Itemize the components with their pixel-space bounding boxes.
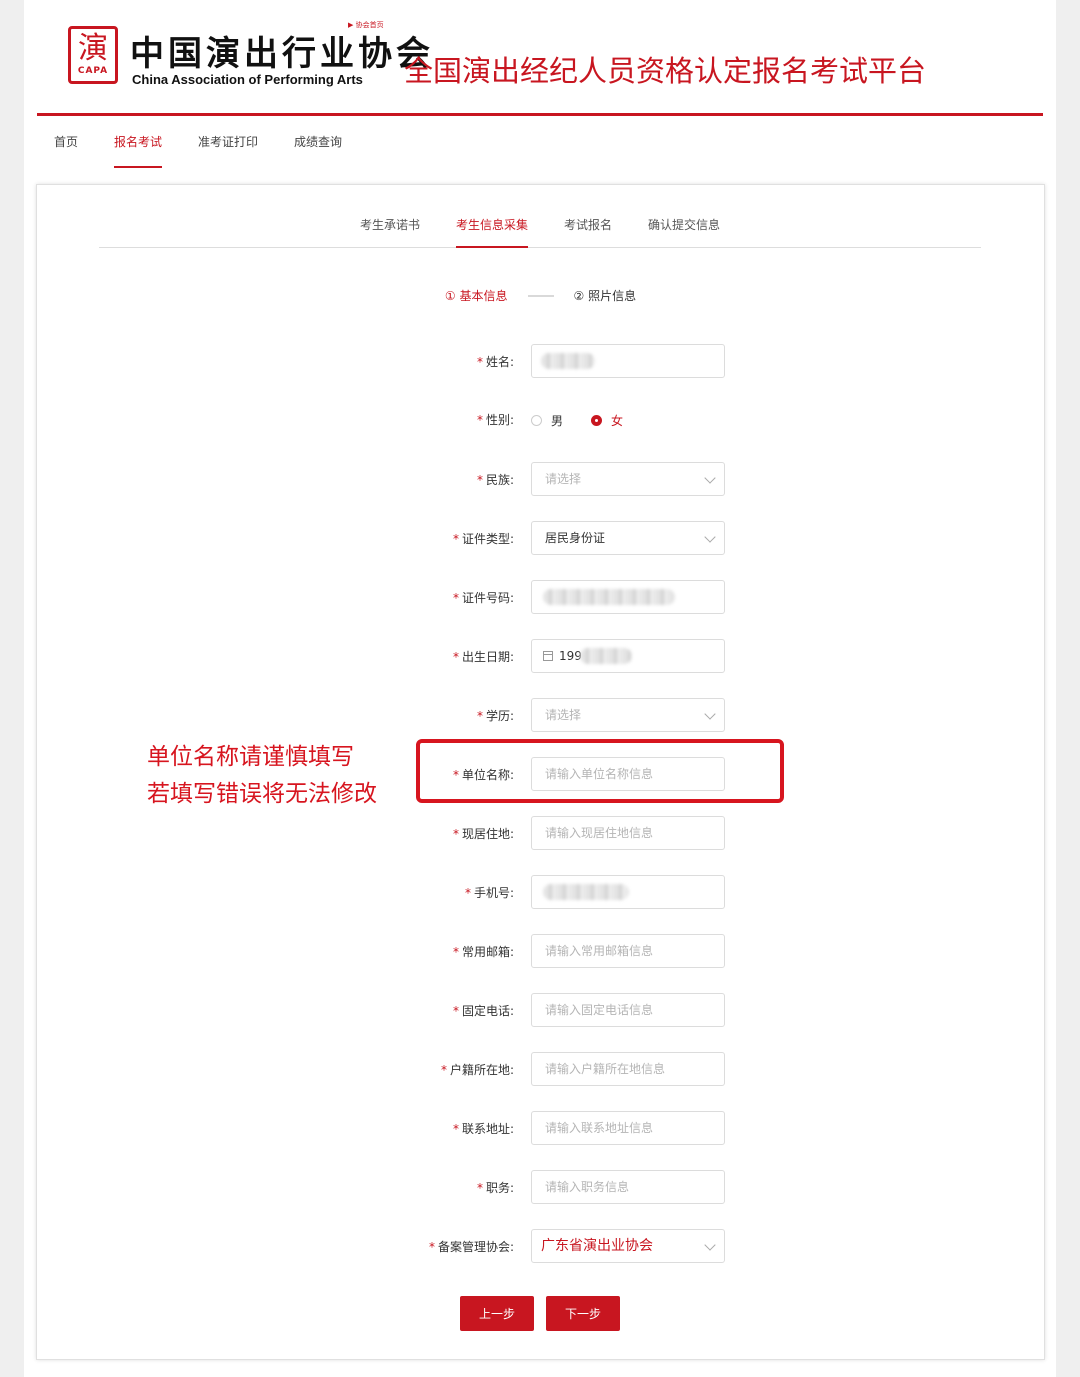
form-row-education: * 学历: 请选择 [37,698,1044,734]
email-input[interactable]: 请输入常用邮箱信息 [531,934,725,968]
birth-date-picker[interactable]: 199 [531,639,725,673]
form-row-registry-association: * 备案管理协会: 广东省演出业协会 [37,1229,1044,1265]
chevron-down-icon [704,1239,716,1251]
seal-glyph: 演 [78,31,108,66]
household-input[interactable]: 请输入户籍所在地信息 [531,1052,725,1086]
date-value: 199 [559,649,582,663]
top-nav: 首页 报名考试 准考证打印 成绩查询 [54,132,378,172]
gender-radio-male[interactable] [531,414,542,426]
sub-steps: ① 基本信息 ② 照片信息 [37,287,1044,304]
field-label: * 证件类型: [452,532,514,546]
substep-photo-info: ② 照片信息 [573,289,637,303]
mobile-input[interactable] [531,875,725,909]
gender-radio-female[interactable] [591,414,603,426]
field-label: * 固定电话: [452,1004,514,1018]
form-row-ethnicity: * 民族: 请选择 [37,462,1044,498]
calendar-icon [543,651,553,661]
step-tab-exam-registration[interactable]: 考试报名 [564,211,612,247]
input-placeholder: 请输入户籍所在地信息 [545,1062,666,1076]
redacted-value [543,884,629,900]
step-tab-info-collection[interactable]: 考生信息采集 [455,211,529,248]
field-label: * 出生日期: [452,650,514,664]
gender-label-female: 女 [611,413,624,428]
field-label: * 现居住地: [452,827,514,841]
field-label: * 备案管理协会: [428,1240,514,1254]
seal-abbr: CAPA [77,66,109,76]
ethnicity-select[interactable]: 请选择 [531,462,725,496]
input-placeholder: 请输入职务信息 [545,1180,630,1194]
input-placeholder: 请输入联系地址信息 [545,1121,654,1135]
form-row-current-address: * 现居住地: 请输入现居住地信息 [37,816,1044,852]
form-row-contact-address: * 联系地址: 请输入联系地址信息 [37,1111,1044,1147]
association-name-en: China Association of Performing Arts [132,72,363,87]
form-row-gender: * 性别: 男 女 [37,402,1044,438]
gender-radio-group: 男 女 [531,402,651,438]
field-label: * 姓名: [476,355,514,369]
field-label: * 性别: [476,413,514,427]
select-value: 居民身份证 [545,531,606,545]
next-step-button[interactable]: 下一步 [546,1296,620,1331]
field-label: * 职务: [476,1181,514,1195]
landline-input[interactable]: 请输入固定电话信息 [531,993,725,1027]
form-row-email: * 常用邮箱: 请输入常用邮箱信息 [37,934,1044,970]
position-input[interactable]: 请输入职务信息 [531,1170,725,1204]
page: 演 CAPA 中国演出行业协会 China Association of Per… [24,0,1056,1377]
chevron-down-icon [704,531,716,543]
nav-score-query[interactable]: 成绩查询 [294,132,342,168]
annotation-line-1: 单位名称请谨慎填写 [147,744,354,770]
step-tabs: 考生承诺书 考生信息采集 考试报名 确认提交信息 [99,211,981,248]
registry-association-select[interactable]: 广东省演出业协会 [531,1229,725,1263]
input-placeholder: 请输入现居住地信息 [545,826,654,840]
id-type-select[interactable]: 居民身份证 [531,521,725,555]
name-input[interactable] [531,344,725,378]
contact-address-input[interactable]: 请输入联系地址信息 [531,1111,725,1145]
form-row-position: * 职务: 请输入职务信息 [37,1170,1044,1206]
redacted-value [580,648,632,664]
chevron-down-icon [704,472,716,484]
platform-title: 全国演出经纪人员资格认定报名考试平台 [404,54,927,88]
association-name-cn: 中国演出行业协会 [130,34,434,74]
form-row-id-number: * 证件号码: [37,580,1044,616]
select-placeholder: 请选择 [545,708,582,722]
input-placeholder: 请输入固定电话信息 [545,1003,654,1017]
field-label: * 手机号: [464,886,514,900]
form-row-landline: * 固定电话: 请输入固定电话信息 [37,993,1044,1029]
field-label: * 证件号码: [452,591,514,605]
select-placeholder: 请选择 [545,472,582,486]
header-divider [37,113,1043,116]
redacted-value [541,353,595,369]
step-tab-confirm-submit[interactable]: 确认提交信息 [648,211,720,247]
capa-logo: 演 CAPA [68,26,118,84]
chevron-down-icon [704,708,716,720]
form-row-birth-date: * 出生日期: 199 [37,639,1044,675]
input-placeholder: 请输入常用邮箱信息 [545,944,654,958]
nav-admission-ticket[interactable]: 准考证打印 [198,132,258,168]
nav-home[interactable]: 首页 [54,132,78,168]
field-label: * 联系地址: [452,1122,514,1136]
substep-connector [527,294,554,297]
substep-basic-info: ① 基本信息 [444,289,508,303]
association-home-link[interactable]: ▶ 协会首页 [348,20,384,30]
current-address-input[interactable]: 请输入现居住地信息 [531,816,725,850]
prev-step-button[interactable]: 上一步 [460,1296,534,1331]
field-label: * 民族: [476,473,514,487]
redacted-value [543,589,675,605]
field-label: * 学历: [476,709,514,723]
select-value: 广东省演出业协会 [541,1238,653,1254]
form-row-name: * 姓名: [37,344,1044,380]
education-select[interactable]: 请选择 [531,698,725,732]
id-number-input[interactable] [531,580,725,614]
field-label: * 户籍所在地: [440,1063,514,1077]
nav-register-exam[interactable]: 报名考试 [114,132,163,168]
form-row-household: * 户籍所在地: 请输入户籍所在地信息 [37,1052,1044,1088]
annotation-line-2: 若填写错误将无法修改 [147,781,377,807]
annotation-highlight-box [416,739,784,803]
step-tab-pledge[interactable]: 考生承诺书 [360,211,420,247]
form-row-mobile: * 手机号: [37,875,1044,911]
form-row-id-type: * 证件类型: 居民身份证 [37,521,1044,557]
gender-label-male: 男 [551,413,564,428]
field-label: * 常用邮箱: [452,945,514,959]
